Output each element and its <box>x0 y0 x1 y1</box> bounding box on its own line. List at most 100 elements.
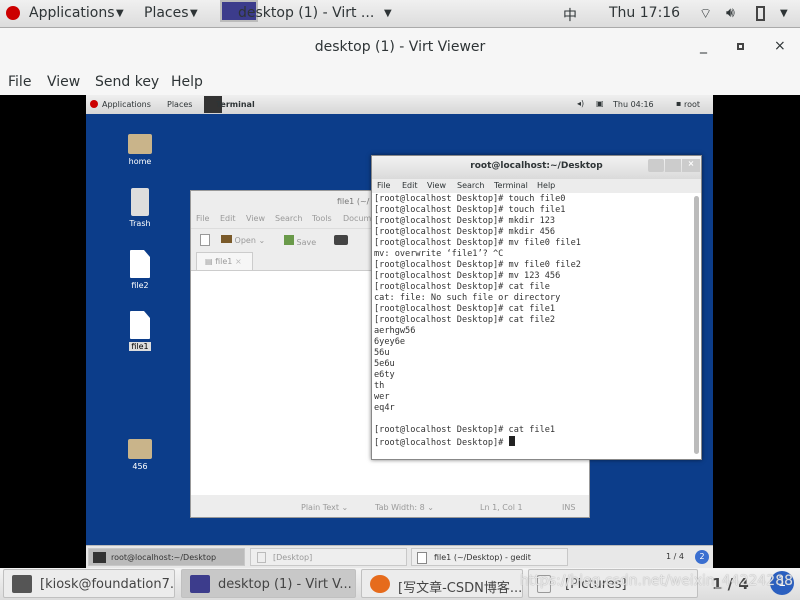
term-menu-search[interactable]: Search <box>457 181 484 190</box>
print-icon[interactable] <box>334 235 348 245</box>
terminal-icon <box>93 552 106 563</box>
file-icon <box>130 250 150 278</box>
maximize-button[interactable] <box>665 159 681 172</box>
places-menu[interactable]: Places <box>144 5 189 21</box>
guest-screen[interactable]: Applications Places Terminal ◂) ▣ Thu 04… <box>86 95 713 568</box>
close-button[interactable]: × <box>682 159 700 172</box>
save-icon <box>284 235 294 245</box>
host-task-virt-viewer[interactable]: desktop (1) - Virt V... <box>181 569 356 598</box>
applications-menu[interactable]: Applications <box>29 5 115 21</box>
notification-badge[interactable]: 2 <box>695 550 709 564</box>
term-menu-file[interactable]: File <box>377 181 390 190</box>
minimize-button[interactable]: _ <box>700 38 707 54</box>
task-label: desktop (1) - Virt V... <box>218 577 352 592</box>
watermark: https://blog.csdn.net/weixin_44224288 <box>520 573 794 589</box>
minimize-button[interactable] <box>648 159 664 172</box>
guest-window-menu[interactable]: Terminal <box>216 100 255 109</box>
network-icon: ▣ <box>596 99 604 108</box>
window-title: desktop (1) - Virt Viewer <box>314 39 486 55</box>
guest-task-desktop[interactable]: [Desktop] <box>250 548 407 566</box>
gedit-menu-documents[interactable]: Docum <box>343 214 371 223</box>
gedit-title: file1 (~/ <box>337 197 370 206</box>
terminal-line: 5e6u <box>374 359 395 369</box>
host-task-firefox[interactable]: [写文章-CSDN博客... <box>361 569 523 598</box>
volume-icon: ◂) <box>577 99 585 108</box>
tab-width-selector[interactable]: Tab Width: 8 ⌄ <box>375 503 434 512</box>
gedit-menu-edit[interactable]: Edit <box>220 214 236 223</box>
guest-places-menu[interactable]: Places <box>167 100 192 109</box>
viewer-titlebar: desktop (1) - Virt Viewer _ × <box>0 28 800 68</box>
open-button[interactable]: Open ⌄ <box>221 235 265 245</box>
syntax-selector[interactable]: Plain Text ⌄ <box>301 503 348 512</box>
icon-label: Trash <box>129 219 151 228</box>
menu-file[interactable]: File <box>8 74 31 90</box>
host-task-terminal[interactable]: [kiosk@foundation7... <box>3 569 175 598</box>
terminal-icon <box>12 575 32 593</box>
chevron-down-icon: ▼ <box>116 8 124 19</box>
terminal-prompt-line: [root@localhost Desktop]# <box>374 436 692 449</box>
close-button[interactable]: × <box>774 38 786 54</box>
icon-label: file1 <box>129 342 151 351</box>
clock[interactable]: Thu 17:16 <box>609 5 680 21</box>
window-menu[interactable]: desktop (1) - Virt ... <box>238 5 374 21</box>
gedit-menu-tools[interactable]: Tools <box>312 214 332 223</box>
terminal-titlebar: root@localhost:~/Desktop × <box>372 156 701 179</box>
terminal-line: 56u <box>374 348 390 358</box>
term-menu-help[interactable]: Help <box>537 181 555 190</box>
terminal-window[interactable]: root@localhost:~/Desktop × File Edit Vie… <box>371 155 702 460</box>
volume-icon: 🔊︎ <box>726 5 735 21</box>
desktop-icon-file1[interactable]: file1 <box>110 311 170 351</box>
terminal-line: wer <box>374 392 390 402</box>
menu-help[interactable]: Help <box>171 74 203 90</box>
terminal-line: [root@localhost Desktop]# touch file0 <box>374 194 566 204</box>
desktop-icon-456[interactable]: 456 <box>110 433 170 471</box>
gedit-menu-search[interactable]: Search <box>275 214 302 223</box>
terminal-output[interactable]: [root@localhost Desktop]# touch file0 [ro… <box>374 194 692 449</box>
terminal-menubar: File Edit View Search Terminal Help <box>372 179 701 193</box>
term-menu-terminal[interactable]: Terminal <box>494 181 528 190</box>
guest-applications-menu[interactable]: Applications <box>102 100 151 109</box>
icon-label: home <box>128 157 152 166</box>
terminal-line: mv: overwrite ‘file1’? ^C <box>374 249 504 259</box>
home-folder-icon <box>128 134 152 154</box>
workspace-indicator[interactable]: 1 / 4 <box>666 552 684 561</box>
file-icon <box>130 311 150 339</box>
terminal-line: eq4r <box>374 403 395 413</box>
monitor-icon <box>190 575 210 593</box>
gedit-tab[interactable]: ▤ file1 × <box>196 252 253 270</box>
new-document-icon[interactable] <box>200 234 210 246</box>
viewer-menubar: File View Send key Help <box>0 68 800 95</box>
desktop-icon-trash[interactable]: Trash <box>110 188 170 228</box>
task-label: file1 (~/Desktop) - gedit <box>434 553 531 562</box>
tab-width-label: Tab Width: 8 <box>375 503 425 512</box>
term-menu-edit[interactable]: Edit <box>402 181 418 190</box>
maximize-button[interactable] <box>737 43 744 50</box>
guest-clock[interactable]: Thu 04:16 <box>613 100 654 109</box>
syntax-label: Plain Text <box>301 503 339 512</box>
battery-icon <box>756 6 765 21</box>
redhat-icon <box>90 100 98 108</box>
guest-user-menu[interactable]: root <box>684 100 700 109</box>
gedit-menu-file[interactable]: File <box>196 214 209 223</box>
menu-view[interactable]: View <box>47 74 80 90</box>
folder-icon <box>128 439 152 459</box>
desktop-icon-home[interactable]: home <box>110 128 170 166</box>
wifi-icon: ⌔ <box>699 6 713 22</box>
open-label: Open <box>234 236 256 245</box>
firefox-icon <box>370 575 390 593</box>
gedit-menu-view[interactable]: View <box>246 214 265 223</box>
icon-label: file2 <box>131 281 149 290</box>
desktop-icon-file2[interactable]: file2 <box>110 250 170 290</box>
save-button[interactable]: Save <box>284 235 316 247</box>
task-label: [kiosk@foundation7... <box>40 577 175 592</box>
terminal-scrollbar[interactable] <box>694 196 699 454</box>
term-menu-view[interactable]: View <box>427 181 446 190</box>
guest-task-gedit[interactable]: file1 (~/Desktop) - gedit <box>411 548 568 566</box>
close-tab-icon[interactable]: × <box>235 257 242 266</box>
menu-send-key[interactable]: Send key <box>95 74 159 90</box>
chevron-down-icon: ▼ <box>384 8 392 19</box>
input-method[interactable]: 中 <box>563 5 577 25</box>
guest-task-terminal[interactable]: root@localhost:~/Desktop <box>88 548 245 566</box>
system-menu-chevron-icon[interactable]: ▼ <box>780 8 788 19</box>
cursor <box>508 436 515 446</box>
